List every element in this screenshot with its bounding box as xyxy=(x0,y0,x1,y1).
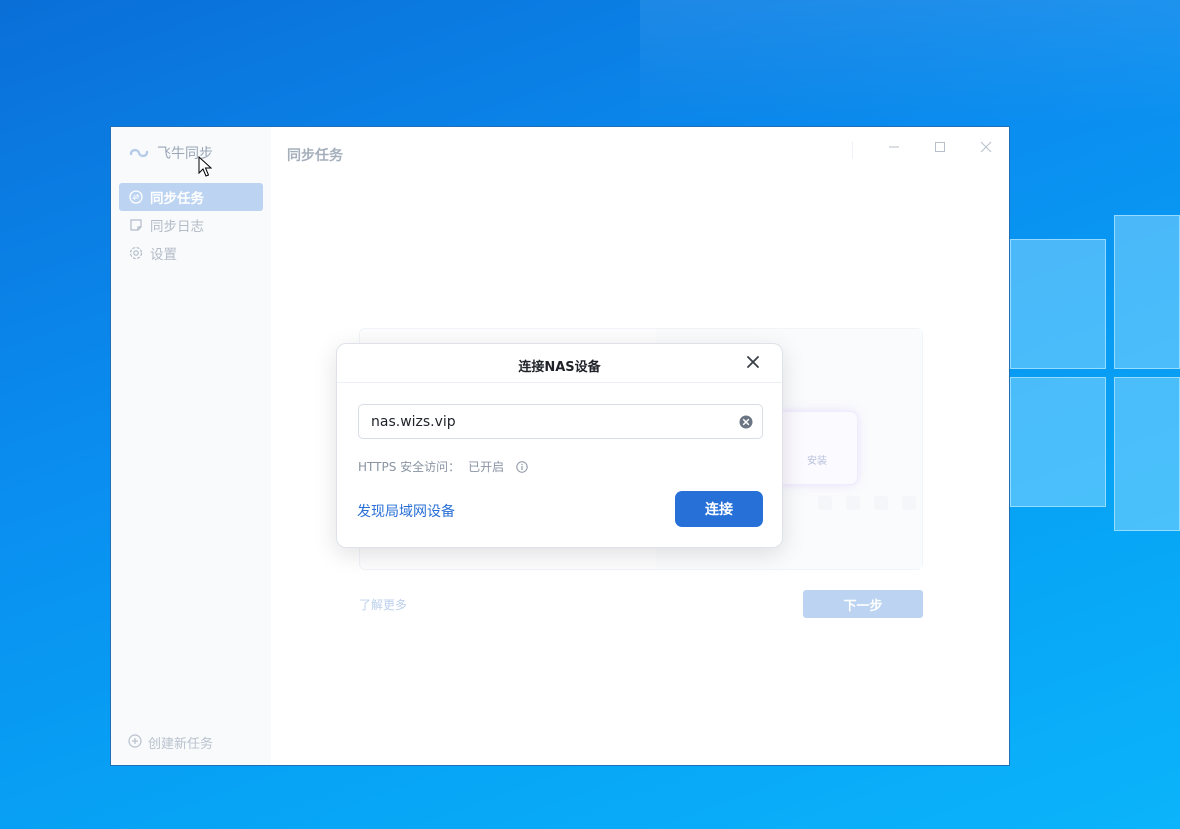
sidebar-item-label: 同步日志 xyxy=(150,219,204,235)
minimize-button[interactable] xyxy=(871,127,917,171)
https-label: HTTPS 安全访问： xyxy=(358,460,461,474)
clear-input-icon[interactable] xyxy=(739,414,753,429)
connect-nas-dialog: 连接NAS设备 HTTPS 安全访问： 已开启 发现局域网设备 连接 xyxy=(336,343,783,548)
illustration-dots xyxy=(818,496,916,510)
maximize-button[interactable] xyxy=(917,127,963,171)
sidebar-nav: 同步任务 同步日志 设置 xyxy=(119,183,263,267)
maximize-icon xyxy=(934,141,946,157)
create-new-task-label: 创建新任务 xyxy=(148,737,214,752)
https-access-row: HTTPS 安全访问： 已开启 xyxy=(358,458,528,475)
sidebar-item-settings[interactable]: 设置 xyxy=(119,239,263,267)
plus-circle-icon xyxy=(128,733,142,752)
sidebar-item-sync-tasks[interactable]: 同步任务 xyxy=(119,183,263,211)
dialog-close-button[interactable] xyxy=(744,353,762,371)
discover-lan-devices-link[interactable]: 发现局域网设备 xyxy=(357,501,455,521)
page-title: 同步任务 xyxy=(287,148,343,164)
https-status: 已开启 xyxy=(468,460,505,474)
log-icon xyxy=(129,218,143,232)
sidebar-item-sync-log[interactable]: 同步日志 xyxy=(119,211,263,239)
sidebar-item-label: 同步任务 xyxy=(150,191,204,207)
install-tile xyxy=(778,411,858,485)
connect-button[interactable]: 连接 xyxy=(675,491,763,527)
nas-address-input[interactable] xyxy=(358,404,763,439)
next-step-button[interactable]: 下一步 xyxy=(803,590,923,618)
learn-more-link[interactable]: 了解更多 xyxy=(359,596,407,613)
info-icon[interactable] xyxy=(516,460,528,473)
windows-logo xyxy=(1010,215,1180,615)
sidebar: 飞牛同步 同步任务 同步日志 设置 创建新任务 xyxy=(111,127,271,765)
gear-icon xyxy=(129,246,143,260)
sync-icon xyxy=(129,190,143,204)
create-new-task-button[interactable]: 创建新任务 xyxy=(128,733,213,752)
mouse-cursor-icon xyxy=(198,155,213,178)
sidebar-item-label: 设置 xyxy=(150,247,177,263)
dialog-header: 连接NAS设备 xyxy=(337,344,782,383)
window-close-button[interactable] xyxy=(963,127,1009,171)
install-label: 安装 xyxy=(807,456,827,467)
title-divider xyxy=(852,141,853,159)
close-icon xyxy=(980,141,992,157)
dialog-title: 连接NAS设备 xyxy=(518,360,601,375)
close-icon xyxy=(747,353,759,372)
window-controls xyxy=(871,127,1009,171)
minimize-icon xyxy=(888,141,900,157)
app-logo-icon xyxy=(129,146,149,160)
